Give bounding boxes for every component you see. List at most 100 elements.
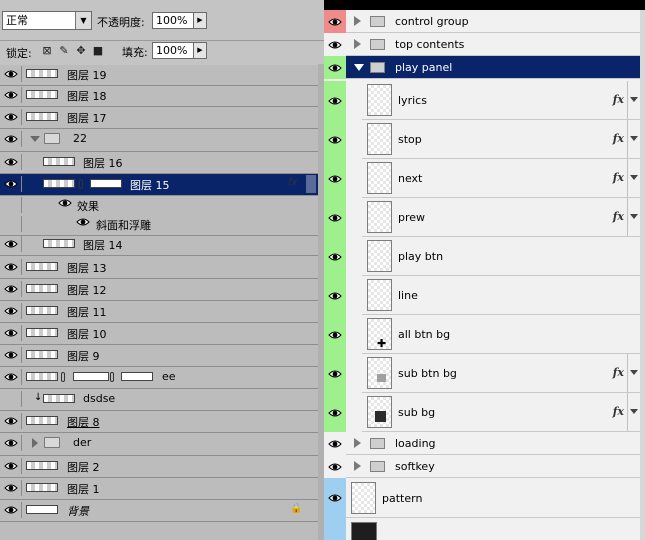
chevron-down-icon[interactable]: ▼: [75, 12, 91, 29]
fx-dropdown-icon[interactable]: [627, 81, 638, 119]
layer-row[interactable]: ↓ dsdse: [0, 389, 318, 411]
layer-row[interactable]: 22: [0, 129, 318, 152]
layer-row[interactable]: 图层 13: [0, 257, 318, 279]
visibility-eye-icon[interactable]: [324, 120, 346, 159]
layer-row[interactable]: prew fx: [362, 198, 640, 237]
layer-row[interactable]: 背景 🔒: [0, 500, 318, 522]
visibility-eye-icon[interactable]: [324, 354, 346, 393]
visibility-eye-icon[interactable]: [324, 56, 346, 79]
visibility-eye-icon[interactable]: [324, 81, 346, 120]
layer-row[interactable]: play btn: [362, 237, 640, 276]
layer-row[interactable]: 图层 18: [0, 85, 318, 107]
visibility-eye-icon[interactable]: [1, 325, 22, 341]
layer-row[interactable]: 图层 9: [0, 345, 318, 367]
fx-icon[interactable]: fx: [613, 132, 624, 145]
visibility-eye-icon[interactable]: [324, 276, 346, 315]
layer-row[interactable]: der: [0, 433, 318, 456]
layer-row[interactable]: top contents: [346, 33, 640, 56]
visibility-eye-icon[interactable]: [1, 66, 22, 82]
fill-arrow-icon[interactable]: ▶: [193, 42, 207, 59]
layer-row[interactable]: sub bg fx: [362, 393, 640, 432]
visibility-empty-slot[interactable]: [1, 197, 22, 213]
fx-icon[interactable]: fx: [613, 93, 624, 106]
fx-dropdown-icon[interactable]: [627, 393, 638, 431]
group-expand-triangle-icon[interactable]: [32, 438, 38, 448]
visibility-empty-slot[interactable]: [1, 391, 22, 407]
opacity-input[interactable]: 100%: [152, 12, 194, 29]
layer-row[interactable]: sub btn bg fx: [362, 354, 640, 393]
chain-link-icon[interactable]: [79, 179, 83, 189]
group-expand-triangle-icon[interactable]: [30, 136, 40, 142]
lock-move-icon[interactable]: ✥: [75, 45, 87, 57]
layer-row[interactable]: 图层 16: [0, 152, 318, 174]
layer-row[interactable]: 图层 2: [0, 456, 318, 478]
lock-transparent-icon[interactable]: ⊠: [41, 45, 53, 57]
fx-dropdown-icon[interactable]: [627, 159, 638, 197]
visibility-eye-icon[interactable]: [1, 480, 22, 496]
layer-row[interactable]: play panel: [346, 56, 640, 79]
visibility-eye-icon[interactable]: [1, 154, 22, 170]
visibility-eye-icon[interactable]: [1, 131, 22, 147]
layer-row[interactable]: stop fx: [362, 120, 640, 159]
layer-row[interactable]: pattern: [346, 478, 640, 518]
visibility-eye-icon[interactable]: [324, 432, 346, 455]
group-expand-triangle-icon[interactable]: [354, 461, 361, 471]
effect-eye-icon[interactable]: [58, 198, 72, 211]
layer-row[interactable]: control group: [346, 10, 640, 33]
fx-icon[interactable]: fx: [613, 405, 624, 418]
layer-row[interactable]: 图层 1: [0, 478, 318, 500]
blend-mode-select[interactable]: 正常 ▼: [2, 11, 92, 30]
fx-icon[interactable]: fx: [613, 171, 624, 184]
chain-link-icon[interactable]: [61, 372, 65, 382]
visibility-eye-icon[interactable]: [324, 10, 346, 33]
visibility-eye-icon[interactable]: [1, 176, 22, 192]
group-expand-triangle-icon[interactable]: [354, 16, 361, 26]
visibility-eye-icon[interactable]: [1, 435, 22, 451]
fx-icon[interactable]: fx: [288, 177, 297, 188]
layer-row[interactable]: 图层 11: [0, 301, 318, 323]
next-layer-row-partial[interactable]: [324, 518, 640, 540]
layer-row[interactable]: 斜面和浮雕: [0, 214, 318, 236]
opacity-arrow-icon[interactable]: ▶: [193, 12, 207, 29]
right-scrollbar[interactable]: [640, 10, 645, 540]
layer-row[interactable]: line: [362, 276, 640, 315]
visibility-eye-icon[interactable]: [1, 303, 22, 319]
visibility-eye-icon[interactable]: [1, 109, 22, 125]
visibility-eye-icon[interactable]: [1, 236, 22, 252]
visibility-eye-icon[interactable]: [324, 237, 346, 276]
visibility-eye-icon[interactable]: [324, 478, 346, 518]
visibility-eye-icon[interactable]: [1, 281, 22, 297]
group-expand-triangle-icon[interactable]: [354, 64, 364, 71]
layer-row[interactable]: 图层 8: [0, 411, 318, 433]
chain-link-icon[interactable]: [110, 372, 114, 382]
visibility-eye-icon[interactable]: [324, 393, 346, 432]
visibility-eye-icon[interactable]: [1, 369, 22, 385]
fx-dropdown-icon[interactable]: [627, 120, 638, 158]
effect-eye-icon[interactable]: [76, 217, 90, 230]
visibility-eye-icon[interactable]: [1, 502, 22, 518]
group-expand-triangle-icon[interactable]: [354, 438, 361, 448]
visibility-eye-icon[interactable]: [1, 458, 22, 474]
layer-row[interactable]: loading: [346, 432, 640, 455]
layer-row[interactable]: 图层 12: [0, 279, 318, 301]
layer-row[interactable]: lyrics fx: [362, 81, 640, 120]
layer-row[interactable]: ee: [0, 367, 318, 389]
visibility-eye-icon[interactable]: [1, 259, 22, 275]
visibility-eye-icon[interactable]: [324, 33, 346, 56]
layer-row[interactable]: 图层 10: [0, 323, 318, 345]
visibility-eye-icon[interactable]: [1, 413, 22, 429]
group-expand-triangle-icon[interactable]: [354, 39, 361, 49]
visibility-eye-icon[interactable]: [324, 455, 346, 478]
lock-all-icon[interactable]: ■: [92, 45, 104, 57]
visibility-eye-icon[interactable]: [324, 315, 346, 354]
layer-row[interactable]: 图层 15 fx: [0, 174, 318, 196]
fill-input[interactable]: 100%: [152, 42, 194, 59]
lock-paint-icon[interactable]: ✎: [58, 45, 70, 57]
layer-row[interactable]: next fx: [362, 159, 640, 198]
row-scroll-handle[interactable]: [306, 175, 316, 193]
layer-row[interactable]: 图层 19: [0, 64, 318, 86]
layer-row[interactable]: ✚ all btn bg: [362, 315, 640, 354]
visibility-empty-slot[interactable]: [1, 216, 22, 232]
visibility-eye-icon[interactable]: [1, 347, 22, 363]
layer-row[interactable]: 图层 17: [0, 107, 318, 129]
